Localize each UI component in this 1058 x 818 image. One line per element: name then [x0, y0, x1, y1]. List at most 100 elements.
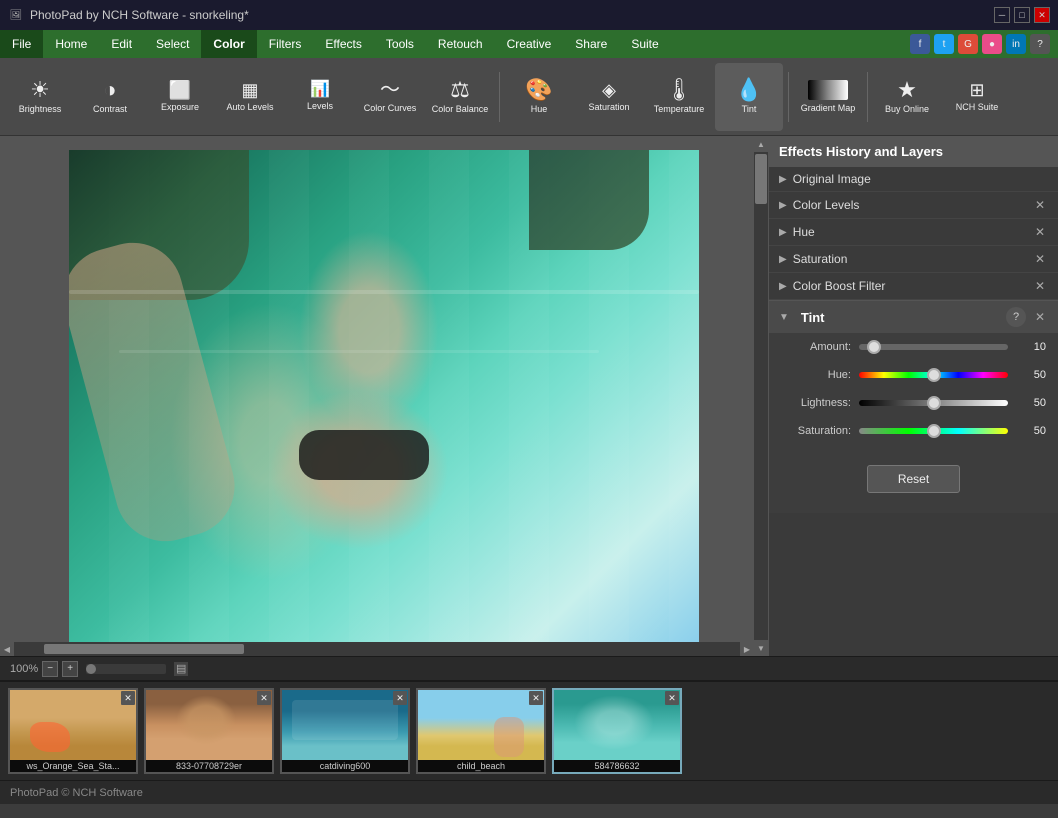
- zoom-controls: 100% − + ▤: [10, 661, 188, 677]
- maximize-button[interactable]: □: [1014, 7, 1030, 23]
- amount-slider-thumb[interactable]: [867, 340, 881, 354]
- lightness-slider-thumb[interactable]: [927, 396, 941, 410]
- menu-creative[interactable]: Creative: [495, 30, 564, 58]
- effect-original-image[interactable]: ▶ Original Image: [769, 167, 1058, 192]
- effect-color-boost-filter[interactable]: ▶ Color Boost Filter ✕: [769, 273, 1058, 300]
- dribbble-icon[interactable]: ●: [982, 34, 1002, 54]
- right-panel: Effects History and Layers ▶ Original Im…: [768, 136, 1058, 656]
- scroll-right-button[interactable]: ▶: [740, 642, 754, 656]
- horizontal-scrollbar[interactable]: ◀ ▶: [0, 642, 754, 656]
- levels-tool[interactable]: 📊 Levels: [286, 63, 354, 131]
- effect-saturation[interactable]: ▶ Saturation ✕: [769, 246, 1058, 273]
- contrast-tool[interactable]: ◑ Contrast: [76, 63, 144, 131]
- google-icon[interactable]: G: [958, 34, 978, 54]
- expand-arrow-boost: ▶: [779, 281, 787, 292]
- filmstrip-label-4: 584786632: [554, 760, 680, 772]
- scroll-up-button[interactable]: ▲: [754, 136, 768, 152]
- minimize-button[interactable]: ─: [994, 7, 1010, 23]
- menu-file[interactable]: File: [0, 30, 43, 58]
- close-filmstrip-0-button[interactable]: ✕: [121, 691, 135, 705]
- zoom-out-button[interactable]: −: [42, 661, 58, 677]
- amount-label: Amount:: [781, 341, 851, 353]
- twitter-icon[interactable]: t: [934, 34, 954, 54]
- photo-canvas: [69, 150, 699, 642]
- hue-slider-thumb[interactable]: [927, 368, 941, 382]
- tint-expand-arrow: ▼: [779, 312, 789, 323]
- close-filmstrip-2-button[interactable]: ✕: [393, 691, 407, 705]
- menu-select[interactable]: Select: [144, 30, 201, 58]
- linkedin-icon[interactable]: in: [1006, 34, 1026, 54]
- menubar: File Home Edit Select Color Filters Effe…: [0, 30, 1058, 58]
- temperature-tool[interactable]: 🌡 Temperature: [645, 63, 713, 131]
- menu-home[interactable]: Home: [43, 30, 99, 58]
- saturation-slider-track[interactable]: [859, 428, 1008, 434]
- reset-button[interactable]: Reset: [867, 465, 960, 493]
- buy-online-button[interactable]: ★ Buy Online: [873, 63, 941, 131]
- vertical-scrollbar[interactable]: ▲ ▼: [754, 136, 768, 656]
- nch-suite-icon: ⊞: [969, 81, 984, 99]
- menu-share[interactable]: Share: [563, 30, 619, 58]
- hue-slider-track[interactable]: [859, 372, 1008, 378]
- auto-levels-tool[interactable]: ▦ Auto Levels: [216, 63, 284, 131]
- horizontal-scroll-thumb[interactable]: [44, 644, 244, 654]
- vertical-scroll-thumb[interactable]: [755, 154, 767, 204]
- menu-filters[interactable]: Filters: [257, 30, 314, 58]
- statusbar: 100% − + ▤: [0, 656, 1058, 680]
- scroll-left-button[interactable]: ◀: [0, 642, 14, 656]
- zoom-slider-thumb[interactable]: [86, 664, 96, 674]
- close-filmstrip-1-button[interactable]: ✕: [257, 691, 271, 705]
- tint-icon: 💧: [735, 79, 762, 101]
- exposure-tool[interactable]: ⬜ Exposure: [146, 63, 214, 131]
- effect-hue[interactable]: ▶ Hue ✕: [769, 219, 1058, 246]
- filmstrip-item-4[interactable]: ✕ 584786632: [552, 688, 682, 774]
- fit-view-button[interactable]: ▤: [174, 662, 188, 676]
- tint-help-button[interactable]: ?: [1006, 307, 1026, 327]
- close-button[interactable]: ✕: [1034, 7, 1050, 23]
- menu-color[interactable]: Color: [201, 30, 256, 58]
- tint-tool[interactable]: 💧 Tint: [715, 63, 783, 131]
- saturation-tool[interactable]: ◈ Saturation: [575, 63, 643, 131]
- canvas-container: ▲ ▼ ◀ ▶: [0, 136, 768, 656]
- color-balance-tool[interactable]: ⚖ Color Balance: [426, 63, 494, 131]
- close-filmstrip-4-button[interactable]: ✕: [665, 691, 679, 705]
- brightness-tool[interactable]: ☀ Brightness: [6, 63, 74, 131]
- lightness-slider-track[interactable]: [859, 400, 1008, 406]
- help-menu-icon[interactable]: ?: [1030, 34, 1050, 54]
- tint-panel-header: ▼ Tint ? ✕: [769, 301, 1058, 333]
- exposure-icon: ⬜: [169, 81, 191, 99]
- expand-arrow-levels: ▶: [779, 200, 787, 211]
- buy-online-icon: ★: [897, 79, 917, 101]
- facebook-icon[interactable]: f: [910, 34, 930, 54]
- close-color-levels-button[interactable]: ✕: [1032, 197, 1048, 213]
- menu-suite[interactable]: Suite: [619, 30, 670, 58]
- temperature-icon: 🌡: [665, 79, 693, 101]
- saturation-slider-thumb[interactable]: [927, 424, 941, 438]
- amount-value: 10: [1016, 341, 1046, 353]
- close-hue-button[interactable]: ✕: [1032, 224, 1048, 240]
- menu-retouch[interactable]: Retouch: [426, 30, 495, 58]
- zoom-in-button[interactable]: +: [62, 661, 78, 677]
- close-color-boost-button[interactable]: ✕: [1032, 278, 1048, 294]
- close-tint-button[interactable]: ✕: [1032, 309, 1048, 325]
- zoom-slider[interactable]: [86, 664, 166, 674]
- filmstrip-item-0[interactable]: ✕ ws_Orange_Sea_Sta...: [8, 688, 138, 774]
- close-saturation-button[interactable]: ✕: [1032, 251, 1048, 267]
- close-filmstrip-3-button[interactable]: ✕: [529, 691, 543, 705]
- menu-tools[interactable]: Tools: [374, 30, 426, 58]
- color-balance-icon: ⚖: [450, 79, 470, 101]
- gradient-map-tool[interactable]: Gradient Map: [794, 63, 862, 131]
- hue-tool[interactable]: 🎨 Hue: [505, 63, 573, 131]
- filmstrip-item-2[interactable]: ✕ catdiving600: [280, 688, 410, 774]
- nch-suite-button[interactable]: ⊞ NCH Suite: [943, 63, 1011, 131]
- zoom-level: 100%: [10, 663, 38, 675]
- menu-effects[interactable]: Effects: [313, 30, 373, 58]
- color-curves-tool[interactable]: 〜 Color Curves: [356, 63, 424, 131]
- filmstrip-item-1[interactable]: ✕ 833-07708729er: [144, 688, 274, 774]
- scroll-down-button[interactable]: ▼: [754, 640, 768, 656]
- menu-edit[interactable]: Edit: [99, 30, 144, 58]
- filmstrip: ✕ ws_Orange_Sea_Sta... ✕ 833-07708729er …: [0, 680, 1058, 780]
- amount-slider-track[interactable]: [859, 344, 1008, 350]
- filmstrip-item-3[interactable]: ✕ child_beach: [416, 688, 546, 774]
- effect-color-levels[interactable]: ▶ Color Levels ✕: [769, 192, 1058, 219]
- hue-slider-row: Hue: 50: [769, 361, 1058, 389]
